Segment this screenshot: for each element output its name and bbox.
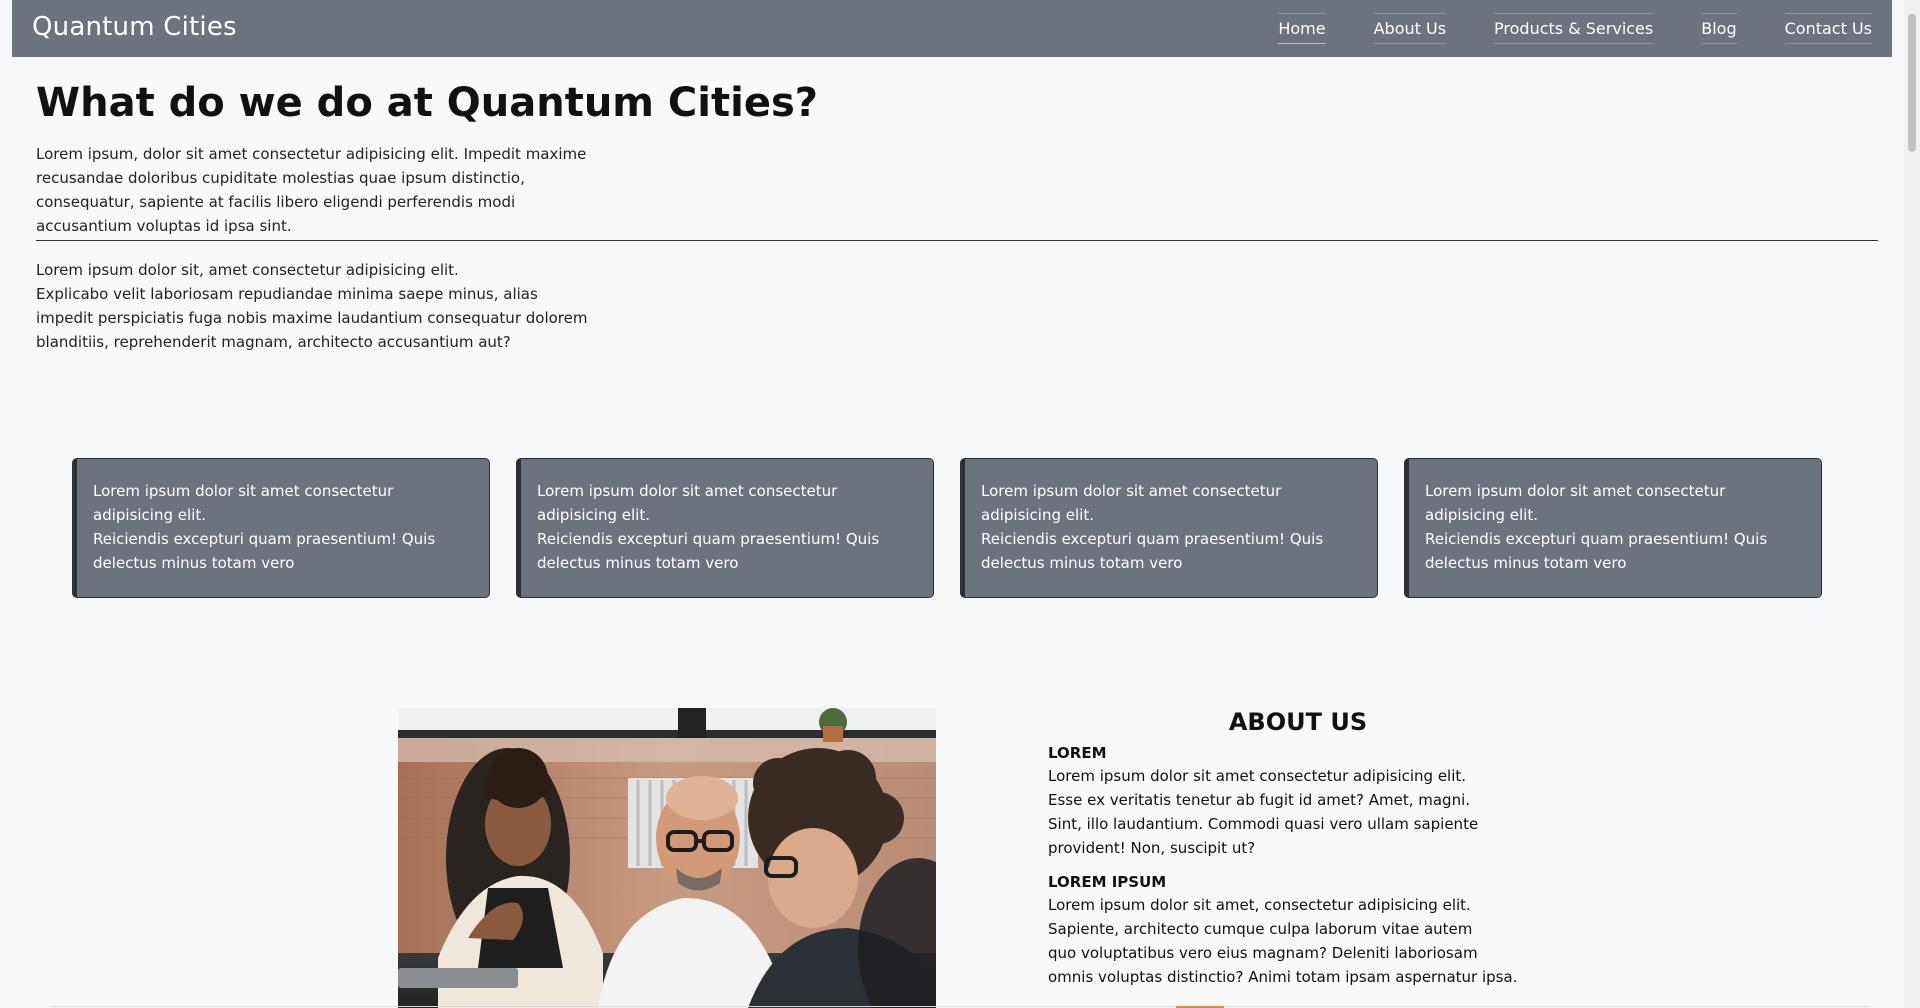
nav-links: Home About Us Products & Services Blog C… (1230, 0, 1873, 57)
about-paragraph-1-line: Lorem ipsum dolor sit amet consectetur a… (1048, 767, 1467, 785)
nav-link-blog[interactable]: Blog (1701, 7, 1737, 50)
about-paragraph-2-line: quo voluptatibus vero eius magnam? Delen… (1048, 944, 1478, 962)
intro-section: What do we do at Quantum Cities? Lorem i… (36, 80, 1878, 354)
feature-card: Lorem ipsum dolor sit amet consectetur a… (960, 458, 1378, 598)
card-text-line-2: Reiciendis excepturi quam praesentium! Q… (1425, 530, 1768, 572)
about-paragraph-2-line: Sapiente, architecto cumque culpa laboru… (1048, 920, 1473, 938)
feature-card: Lorem ipsum dolor sit amet consectetur a… (516, 458, 934, 598)
nav-link-home[interactable]: Home (1278, 7, 1326, 50)
about-section: ABOUT US LOREM Lorem ipsum dolor sit ame… (1048, 708, 1548, 989)
about-title: ABOUT US (1228, 708, 1368, 736)
navbar: Quantum Cities Home About Us Products & … (12, 0, 1892, 57)
intro-paragraph: Lorem ipsum, dolor sit amet consectetur … (36, 145, 587, 235)
about-paragraph-2-line: omnis voluptas distinctio? Animi totam i… (1048, 968, 1518, 986)
about-heading-lorem: LOREM (1048, 744, 1107, 762)
card-text-line-2: Reiciendis excepturi quam praesentium! Q… (537, 530, 880, 572)
card-text-line-1: Lorem ipsum dolor sit amet consectetur a… (981, 482, 1282, 524)
intro-paragraph-2-line-2: Explicabo velit laboriosam repudiandae m… (36, 285, 588, 351)
nav-link-contact-us[interactable]: Contact Us (1784, 7, 1873, 50)
about-paragraph-1-line: Esse ex veritatis tenetur ab fugit id am… (1048, 791, 1471, 809)
page-title: What do we do at Quantum Cities? (36, 80, 818, 126)
card-text-line-2: Reiciendis excepturi quam praesentium! Q… (93, 530, 436, 572)
card-text-line-1: Lorem ipsum dolor sit amet consectetur a… (93, 482, 394, 524)
intro-paragraph-2-line-1: Lorem ipsum dolor sit, amet consectetur … (36, 261, 459, 279)
page: Quantum Cities Home About Us Products & … (12, 0, 1892, 1008)
about-paragraph-2-line: Lorem ipsum dolor sit amet, consectetur … (1048, 896, 1471, 914)
about-paragraph-1-line: Sint, illo laudantium. Commodi quasi ver… (1048, 815, 1479, 833)
nav-link-about-us[interactable]: About Us (1373, 7, 1447, 50)
team-meeting-photo (398, 708, 936, 1008)
about-paragraph-1-line: provident! Non, suscipit ut? (1048, 839, 1256, 857)
feature-cards: Lorem ipsum dolor sit amet consectetur a… (72, 458, 1842, 604)
intro-paragraph-2: Lorem ipsum dolor sit, amet consectetur … (36, 258, 596, 354)
bottom-divider (50, 1006, 1870, 1007)
card-text-line-1: Lorem ipsum dolor sit amet consectetur a… (537, 482, 838, 524)
about-paragraph-2: Lorem ipsum dolor sit amet, consectetur … (1048, 893, 1548, 989)
card-text-line-1: Lorem ipsum dolor sit amet consectetur a… (1425, 482, 1726, 524)
about-heading-lorem-ipsum: LOREM IPSUM (1048, 873, 1167, 891)
nav-link-products-services[interactable]: Products & Services (1494, 7, 1654, 50)
scrollbar-thumb[interactable] (1908, 14, 1916, 152)
divider (36, 240, 1878, 241)
feature-card: Lorem ipsum dolor sit amet consectetur a… (72, 458, 490, 598)
vertical-scrollbar[interactable] (1904, 0, 1920, 1008)
feature-card: Lorem ipsum dolor sit amet consectetur a… (1404, 458, 1822, 598)
card-text-line-2: Reiciendis excepturi quam praesentium! Q… (981, 530, 1324, 572)
about-paragraph-1: Lorem ipsum dolor sit amet consectetur a… (1048, 764, 1548, 860)
brand-logo[interactable]: Quantum Cities (32, 12, 237, 42)
